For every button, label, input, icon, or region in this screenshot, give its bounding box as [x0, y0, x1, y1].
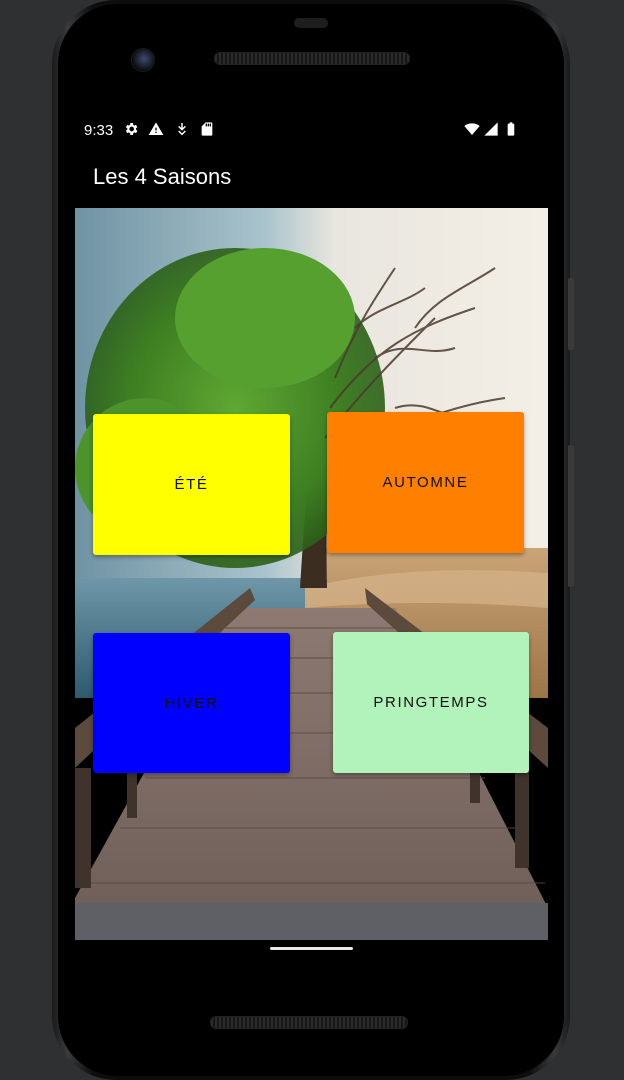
app-bar: Les 4 Saisons	[75, 150, 548, 208]
printemps-button[interactable]: PRINGTEMPS	[333, 632, 529, 773]
hiver-button-label: HIVER	[164, 694, 219, 712]
earpiece-slot	[294, 18, 328, 28]
top-speaker	[214, 52, 410, 65]
sd-card-icon	[201, 122, 213, 136]
status-bar: 9:33	[75, 114, 548, 146]
automne-button[interactable]: AUTOMNE	[327, 412, 524, 553]
main-content: ÉTÉ AUTOMNE HIVER PRINGTEMPS	[75, 208, 548, 940]
status-time: 9:33	[84, 122, 114, 139]
printemps-button-label: PRINGTEMPS	[373, 694, 489, 711]
warning-icon	[148, 122, 164, 135]
home-gesture-bar[interactable]	[270, 947, 353, 950]
bottom-speaker	[210, 1016, 408, 1029]
battery-icon	[507, 122, 515, 136]
ete-button[interactable]: ÉTÉ	[93, 414, 290, 555]
wifi-icon	[464, 123, 480, 135]
download-icon	[178, 123, 186, 136]
power-button	[568, 278, 574, 350]
seasons-background-image	[75, 208, 548, 940]
signal-icon	[484, 122, 498, 136]
automne-button-label: AUTOMNE	[382, 474, 469, 491]
app-title: Les 4 Saisons	[93, 164, 232, 189]
volume-button	[568, 445, 574, 587]
hiver-button[interactable]: HIVER	[93, 633, 290, 773]
settings-icon	[125, 123, 138, 135]
ete-button-label: ÉTÉ	[174, 476, 209, 493]
front-camera	[131, 48, 155, 72]
